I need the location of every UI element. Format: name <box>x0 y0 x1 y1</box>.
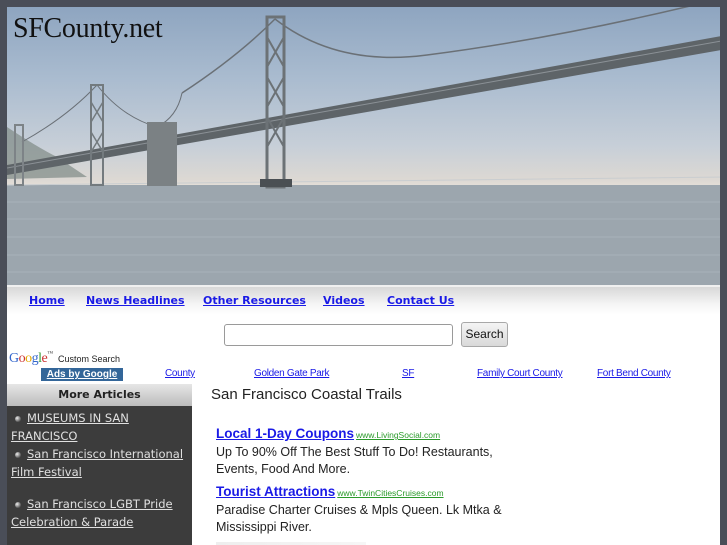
ad-description: Up To 90% Off The Best Stuff To Do! Rest… <box>216 445 493 476</box>
sidebar-header: More Articles <box>7 384 192 406</box>
bay-bridge-image <box>7 7 727 285</box>
nav-home[interactable]: Home <box>29 294 65 307</box>
ad-unit: Local 1-Day Coupons www.LivingSocial.com … <box>216 425 526 478</box>
bullet-icon <box>15 415 21 422</box>
ad-description: Paradise Charter Cruises & Mpls Queen. L… <box>216 503 502 534</box>
nav-contact-us[interactable]: Contact Us <box>387 294 454 307</box>
sidebar-item-pride[interactable]: San Francisco LGBT Pride Celebration & P… <box>11 495 191 531</box>
ad-link-county[interactable]: County <box>165 368 195 379</box>
nav-news-headlines[interactable]: News Headlines <box>86 294 185 307</box>
search-button[interactable]: Search <box>461 322 508 347</box>
trademark-mark: ™ <box>47 351 53 357</box>
sidebar-link[interactable]: San Francisco International Film Festiva… <box>11 447 183 479</box>
page-title: San Francisco Coastal Trails <box>211 386 402 403</box>
ad-title[interactable]: Local 1-Day Coupons <box>216 426 354 441</box>
sidebar-link[interactable]: San Francisco LGBT Pride Celebration & P… <box>11 497 173 529</box>
right-frame <box>720 0 727 545</box>
ad-link-family-court-county[interactable]: Family Court County <box>477 368 563 379</box>
ad-title[interactable]: Tourist Attractions <box>216 484 335 499</box>
sidebar-item-film-festival[interactable]: San Francisco International Film Festiva… <box>11 445 191 481</box>
sidebar-more-articles: More Articles MUSEUMS IN SAN FRANCISCO S… <box>7 384 192 545</box>
search-input[interactable] <box>224 324 453 346</box>
ad-link-sf[interactable]: SF <box>402 368 414 379</box>
main-nav: Home News Headlines Other Resources Vide… <box>7 285 727 315</box>
sidebar-item-museums[interactable]: MUSEUMS IN SAN FRANCISCO <box>11 409 191 445</box>
page: SFCounty.net Home News Headlines Other R… <box>7 7 727 545</box>
ad-link-fort-bend-county[interactable]: Fort Bend County <box>597 368 671 379</box>
bullet-icon <box>15 501 21 508</box>
bullet-icon <box>15 451 21 458</box>
nav-other-resources[interactable]: Other Resources <box>203 294 306 307</box>
google-logo: Google™ <box>9 351 53 366</box>
ad-url[interactable]: www.LivingSocial.com <box>356 430 440 440</box>
top-frame <box>0 0 727 7</box>
sidebar-link[interactable]: MUSEUMS IN SAN FRANCISCO <box>11 411 129 443</box>
site-title[interactable]: SFCounty.net <box>13 13 163 45</box>
header-banner: SFCounty.net <box>7 7 727 285</box>
ad-unit: Tourist Attractions www.TwinCitiesCruises… <box>216 483 526 536</box>
nav-videos[interactable]: Videos <box>323 294 365 307</box>
custom-search-label: Custom Search <box>58 354 121 364</box>
ads-by-google-label[interactable]: Ads by Google <box>41 368 123 381</box>
ad-link-golden-gate-park[interactable]: Golden Gate Park <box>254 368 330 379</box>
ad-url[interactable]: www.TwinCitiesCruises.com <box>337 488 443 498</box>
